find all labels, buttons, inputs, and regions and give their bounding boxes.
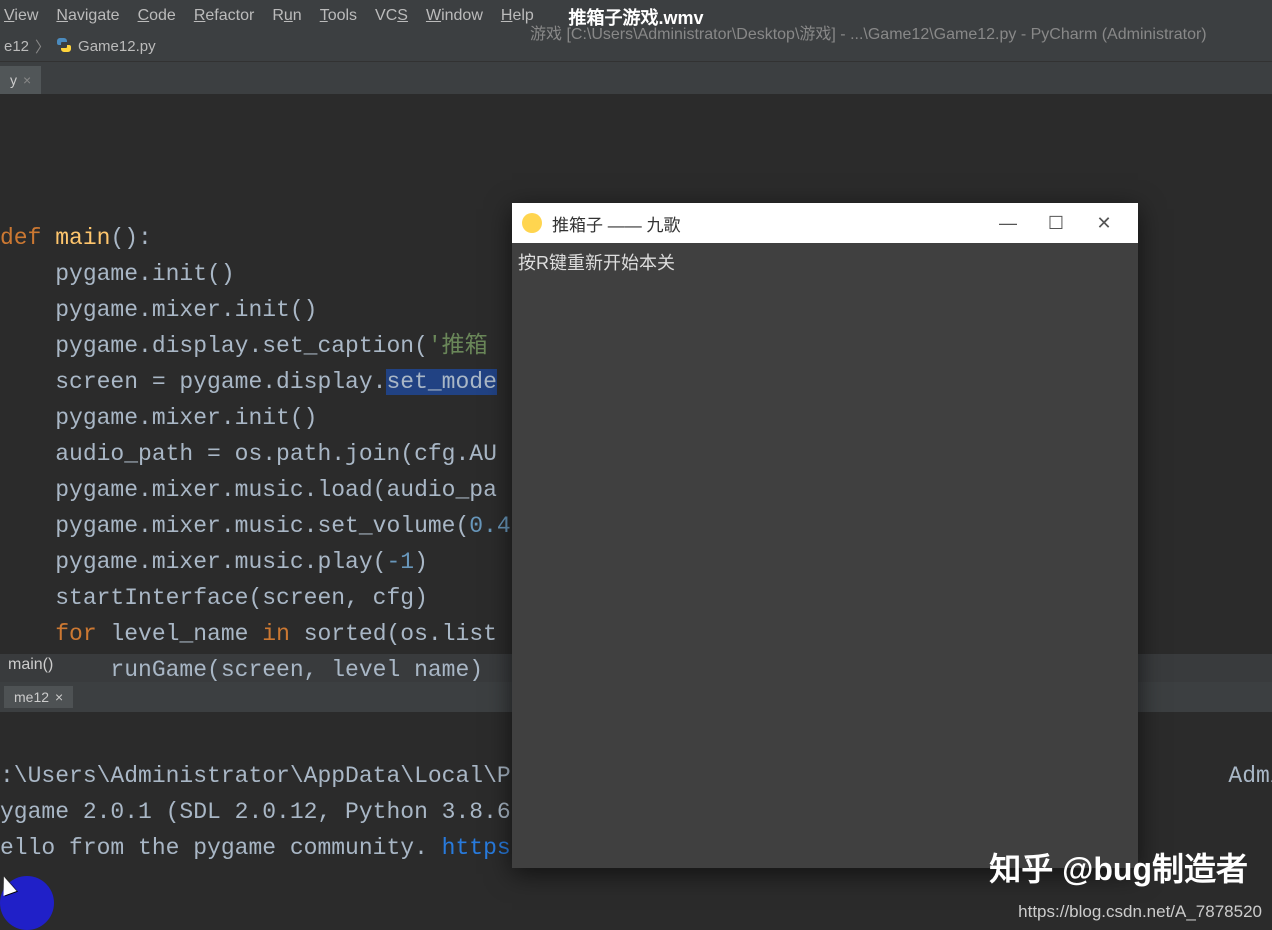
crumb-file[interactable]: Game12.py [78, 38, 156, 55]
code-line: screen = pygame.display. [0, 369, 386, 395]
game-titlebar[interactable]: 推箱子 —— 九歌 — ☐ ✕ [512, 203, 1138, 243]
crumb-sep: 〉 [35, 36, 50, 57]
run-tab[interactable]: me12 × [4, 686, 73, 708]
code-line: pygame.display.set_caption( [0, 333, 428, 359]
code-line: pygame.mixer.music.set_volume( [0, 513, 469, 539]
console-line: ello from the pygame community. [0, 835, 442, 861]
code-line: runGame(screen, level name) [0, 657, 483, 683]
python-file-icon [56, 37, 72, 57]
window-buttons: — ☐ ✕ [984, 203, 1128, 243]
editor-tab[interactable]: y × [0, 66, 41, 94]
game-window: 推箱子 —— 九歌 — ☐ ✕ 按R键重新开始本关 [512, 203, 1138, 868]
minimize-button[interactable]: — [984, 203, 1032, 243]
code-line: pygame.mixer.music.load(audio_pa [0, 477, 497, 503]
game-board[interactable]: 按R键重新开始本关 [512, 243, 1138, 868]
maximize-button[interactable]: ☐ [1032, 203, 1080, 243]
code-line: pygame.mixer.init() [0, 405, 317, 431]
console-line: ygame 2.0.1 (SDL 2.0.12, Python 3.8.6 [0, 799, 511, 825]
crumb-folder[interactable]: e12 [4, 38, 29, 55]
tab-label: y [10, 72, 17, 88]
code-line: audio_path = os.path.join(cfg.AU [0, 441, 497, 467]
code-line: startInterface(screen, cfg) [0, 585, 428, 611]
editor-tabbar: y × [0, 62, 1272, 94]
code-line: pygame.init() [0, 261, 235, 287]
game-hint: 按R键重新开始本关 [518, 249, 675, 275]
watermark-zhihu: 知乎 @bug制造者 [989, 844, 1248, 890]
close-icon[interactable]: × [55, 689, 63, 705]
game-title: 推箱子 —— 九歌 [552, 211, 680, 236]
run-tab-label: me12 [14, 689, 49, 705]
game-icon [522, 213, 542, 233]
code-line: pygame.mixer.init() [0, 297, 317, 323]
watermark-csdn: https://blog.csdn.net/A_7878520 [1018, 902, 1262, 922]
video-title: 推箱子游戏.wmv [0, 4, 1272, 30]
code-line: def [0, 225, 55, 251]
close-icon[interactable]: × [23, 72, 31, 88]
code-line [0, 621, 55, 647]
code-line: pygame.mixer.music.play( [0, 549, 386, 575]
close-button[interactable]: ✕ [1080, 203, 1128, 243]
console-link[interactable]: https [442, 835, 511, 861]
